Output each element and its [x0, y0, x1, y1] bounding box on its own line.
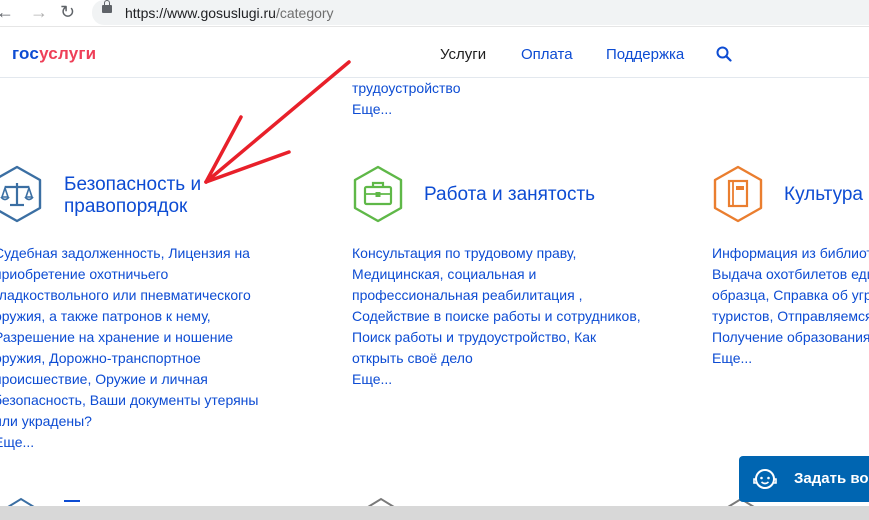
- ask-question-label: Задать вопрос: [794, 470, 869, 487]
- horizontal-scrollbar[interactable]: [0, 506, 869, 520]
- ask-question-button[interactable]: Задать вопрос: [739, 456, 869, 502]
- next-row-title-fragment: [64, 500, 80, 502]
- annotation-arrow: [204, 60, 351, 184]
- support-headset-icon: [753, 469, 777, 489]
